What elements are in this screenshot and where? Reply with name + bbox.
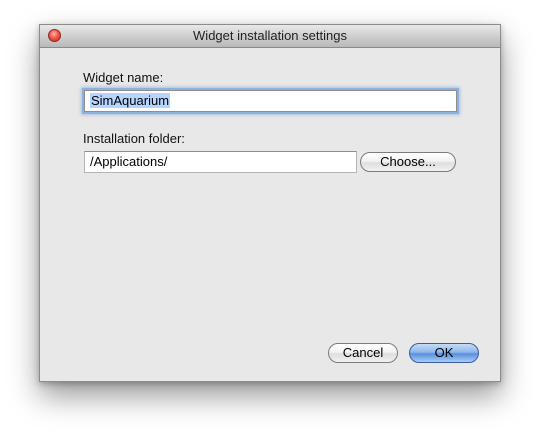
window-title: Widget installation settings (193, 28, 347, 43)
widget-name-input[interactable]: SimAquarium (84, 90, 457, 112)
title-bar[interactable]: Widget installation settings (40, 25, 500, 48)
settings-dialog: Widget installation settings Widget name… (39, 24, 501, 382)
ok-button[interactable]: OK (409, 343, 479, 363)
widget-name-label: Widget name: (83, 70, 164, 85)
widget-name-value: SimAquarium (90, 93, 171, 108)
installation-folder-input[interactable]: /Applications/ (84, 151, 357, 173)
installation-folder-label: Installation folder: (83, 131, 185, 146)
choose-folder-button[interactable]: Choose... (360, 152, 456, 172)
cancel-button[interactable]: Cancel (328, 343, 398, 363)
screen: Widget installation settings Widget name… (0, 0, 541, 437)
